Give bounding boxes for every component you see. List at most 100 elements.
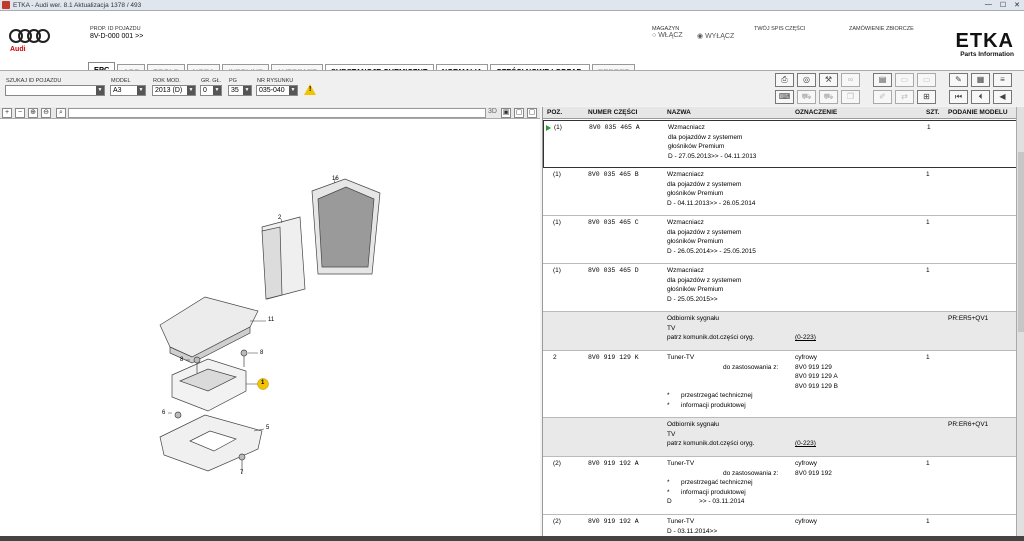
prev-page-icon[interactable]: ⏴ bbox=[971, 90, 990, 104]
zoom-out-icon[interactable]: − bbox=[15, 108, 25, 118]
search-vehicle-select[interactable]: ▼ bbox=[5, 85, 105, 96]
row-tail: >> - 03.11.2014 bbox=[699, 498, 745, 505]
view-3d-toggle[interactable]: 3D bbox=[488, 108, 497, 115]
chevron-down-icon: ▼ bbox=[96, 86, 104, 95]
magazyn-off-radio[interactable]: ◉ WYŁĄCZ bbox=[697, 32, 734, 40]
elsa-icon[interactable]: ▤ bbox=[873, 73, 892, 87]
table-row[interactable]: 2 8V0 919 129 K Tuner-TV do zastosowania… bbox=[543, 351, 1016, 418]
edit-icon[interactable]: ✐ bbox=[873, 90, 892, 104]
collective-order-link[interactable]: ZAMÓWIENIE ZBIORCZE bbox=[849, 26, 914, 32]
row-nazwa-line: D - 04.11.2013>> - 26.05.2014 bbox=[667, 199, 756, 207]
model-select[interactable]: A3 ▼ bbox=[110, 85, 146, 96]
callout-2[interactable]: 2 bbox=[278, 215, 281, 221]
table-row[interactable]: (1) 8V0 035 465 D Wzmacniacz dla pojazdó… bbox=[543, 264, 1016, 312]
nut-6 bbox=[174, 411, 182, 419]
row-nazwa-line: patrz komunik.dot.części oryg. bbox=[667, 440, 755, 447]
row-szt: 1 bbox=[926, 354, 930, 361]
zoom-reset-icon[interactable]: ⊖ bbox=[41, 108, 51, 118]
col-nazwa[interactable]: NAZWA bbox=[667, 109, 691, 116]
notes-icon[interactable]: ▦ bbox=[971, 73, 990, 87]
cart-icon[interactable]: ⊞ bbox=[917, 90, 936, 104]
pin-icon[interactable]: ✎ bbox=[949, 73, 968, 87]
table-row[interactable]: (2) 8V0 919 192 A Tuner-TV do zastosowan… bbox=[543, 457, 1016, 515]
parts-drawing[interactable]: 16 2 11 8 8 1 6 5 7 bbox=[0, 119, 540, 536]
table-row[interactable]: (2) 8V0 919 192 A Tuner-TV D - 03.11.201… bbox=[543, 515, 1016, 536]
status-bar bbox=[0, 536, 1024, 541]
row-numer: 8V0 035 465 D bbox=[588, 267, 639, 274]
prop-id-value[interactable]: 8V-D-000 001 >> bbox=[90, 33, 143, 40]
doc-icon[interactable]: ▭ bbox=[895, 73, 914, 87]
audi-rings-logo bbox=[9, 29, 50, 43]
row-nazwa-line: Odbiornik sygnału bbox=[667, 315, 720, 322]
scrollbar-thumb[interactable] bbox=[1018, 152, 1024, 332]
magazyn-on-radio[interactable]: ○ WŁĄCZ bbox=[652, 32, 683, 39]
close-button[interactable]: ✕ bbox=[1014, 1, 1020, 9]
row-note: przestrzegać technicznej bbox=[681, 392, 753, 399]
zoom-in-icon[interactable]: + bbox=[2, 108, 12, 118]
row-ozn-line: 8V0 919 129 bbox=[795, 363, 832, 371]
callout-8b[interactable]: 8 bbox=[260, 350, 263, 356]
row-numer: 8V0 919 192 A bbox=[588, 518, 639, 525]
row-note: informacji produktowej bbox=[681, 488, 746, 496]
etka-logo: ETKA Parts Information bbox=[956, 31, 1014, 58]
row-numer: 8V0 919 129 K bbox=[588, 354, 639, 361]
copy-icon[interactable]: ❐ bbox=[841, 90, 860, 104]
car-detail-icon[interactable]: ⛟ bbox=[819, 90, 838, 104]
rok-select[interactable]: 2013 (D) ▼ bbox=[152, 85, 196, 96]
row-tail: D bbox=[667, 498, 672, 505]
back-icon[interactable]: ◀ bbox=[993, 90, 1012, 104]
info-link[interactable]: (0-223) bbox=[795, 439, 816, 449]
row-nazwa-line: głośników Premium bbox=[667, 238, 724, 245]
print-icon[interactable]: ⎙ bbox=[775, 73, 794, 87]
col-poz[interactable]: POZ. bbox=[547, 109, 562, 116]
row-nazwa-line: Wzmacniacz bbox=[667, 219, 704, 226]
image-search-field[interactable] bbox=[68, 108, 486, 118]
col-oznaczenie[interactable]: OZNACZENIE bbox=[795, 109, 837, 116]
transfer-icon[interactable]: ⇄ bbox=[895, 90, 914, 104]
car-icon[interactable]: ⛟ bbox=[797, 90, 816, 104]
table-row[interactable]: Odbiornik sygnału TV patrz komunik.dot.c… bbox=[543, 312, 1016, 351]
callout-8a[interactable]: 8 bbox=[180, 357, 183, 363]
first-page-icon[interactable]: ⏮ bbox=[949, 90, 968, 104]
list-icon[interactable]: ≡ bbox=[993, 73, 1012, 87]
link-icon[interactable]: ∞ bbox=[841, 73, 860, 87]
zoom-fit-icon[interactable]: ⊕ bbox=[28, 108, 38, 118]
export-icon[interactable]: ▭ bbox=[917, 73, 936, 87]
callout-6[interactable]: 6 bbox=[162, 410, 165, 416]
callout-5[interactable]: 5 bbox=[266, 425, 269, 431]
warning-icon[interactable] bbox=[304, 84, 316, 95]
fit-view-icon[interactable]: ▣ bbox=[501, 108, 511, 118]
callout-1[interactable]: 1 bbox=[261, 380, 264, 386]
table-row[interactable]: (1) 8V0 035 465 C Wzmacniacz dla pojazdó… bbox=[543, 216, 1016, 264]
info-link[interactable]: (0-223) bbox=[795, 333, 816, 343]
maximize-button[interactable]: ☐ bbox=[1000, 1, 1006, 9]
table-row[interactable]: (1) 8V0 035 465 B Wzmacniacz dla pojazdó… bbox=[543, 168, 1016, 216]
search-icon[interactable]: ⌕ bbox=[56, 108, 66, 118]
expand-icon[interactable]: ▢ bbox=[514, 108, 524, 118]
row-podanie: PR:ER5+QV1 bbox=[948, 315, 989, 322]
col-szt[interactable]: SZT. bbox=[926, 109, 939, 116]
table-row[interactable]: Odbiornik sygnału TV patrz komunik.dot.c… bbox=[543, 418, 1016, 457]
gr-select[interactable]: 0 ▼ bbox=[200, 85, 222, 96]
col-podanie[interactable]: PODANIE MODELU bbox=[948, 109, 1008, 116]
row-ozn-line: cyfrowy bbox=[795, 518, 818, 525]
row-nazwa-line: D - 25.05.2015>> bbox=[667, 295, 718, 303]
callout-7[interactable]: 7 bbox=[240, 470, 243, 476]
callout-16[interactable]: 16 bbox=[332, 176, 339, 182]
view-icon[interactable]: ◎ bbox=[797, 73, 816, 87]
tools-icon[interactable]: ⚒ bbox=[819, 73, 838, 87]
callout-11[interactable]: 11 bbox=[268, 317, 274, 323]
collapse-icon[interactable]: ▢ bbox=[527, 108, 537, 118]
keyboard-icon[interactable]: ⌨ bbox=[775, 90, 794, 104]
row-nazwa-line: głośników Premium bbox=[668, 143, 725, 150]
magazyn-on-label: WŁĄCZ bbox=[658, 32, 683, 39]
nr-rysunku-select[interactable]: 035-040 ▼ bbox=[256, 85, 298, 96]
table-scrollbar[interactable] bbox=[1016, 107, 1024, 536]
row-nazwa-line: Wzmacniacz bbox=[667, 267, 704, 274]
parts-list-link[interactable]: TWÓJ SPIS CZĘŚCI bbox=[754, 26, 805, 32]
table-row[interactable]: (1) 8V0 035 465 A Wzmacniacz dla pojazdó… bbox=[543, 120, 1016, 168]
pg-select[interactable]: 35 ▼ bbox=[228, 85, 252, 96]
minimize-button[interactable]: — bbox=[985, 1, 992, 9]
col-numer[interactable]: NUMER CZĘŚCI bbox=[588, 109, 637, 116]
note-bullet: * bbox=[667, 479, 670, 486]
